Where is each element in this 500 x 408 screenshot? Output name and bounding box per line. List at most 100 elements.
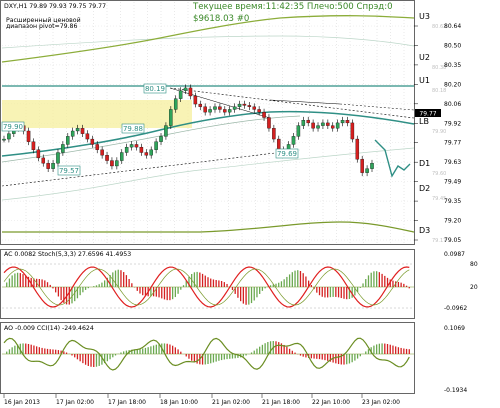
candle-body xyxy=(267,117,271,129)
candle-body xyxy=(110,160,114,167)
candle-body xyxy=(370,163,374,169)
time-tick-label: 21 Jan 18:00 xyxy=(262,399,300,406)
candle-body xyxy=(66,136,70,145)
price-tick-label: 79.20 xyxy=(444,218,461,225)
current-price-value: 79.77 xyxy=(419,111,436,118)
candle-body xyxy=(90,138,95,145)
ao-axis: 0.1069 -0.1934 xyxy=(444,325,467,394)
callout-label: 79.88 xyxy=(123,125,143,133)
ac-panel-title: AC 0.0082 Stoch(5,3,3) 27.6596 41.4953 xyxy=(4,251,132,258)
candle-body xyxy=(115,160,119,167)
candle-body xyxy=(326,122,330,126)
price-tick-label: 79.92 xyxy=(444,120,461,127)
chart-header: DXY,H1 79.89 79.93 79.75 79.77 xyxy=(4,3,107,10)
candle-body xyxy=(188,87,193,97)
candle-body xyxy=(31,141,36,150)
ac-tick-label: 0.0987 xyxy=(444,251,465,258)
time-tick-label: 21 Jan 02:00 xyxy=(212,399,250,406)
candle-body xyxy=(345,120,350,124)
candle-body xyxy=(61,144,65,153)
price-tick-label: 80.50 xyxy=(444,42,461,49)
info-balance: $9618.03 #0 xyxy=(193,14,250,24)
level-tag-d1: D1 xyxy=(419,159,430,168)
candle-body xyxy=(139,146,144,153)
candle-body xyxy=(159,136,163,142)
candle-body xyxy=(291,136,296,145)
time-tick-label: 18 Jan 10:00 xyxy=(160,399,198,406)
time-tick-label: 16 Jan 2013 xyxy=(4,399,40,406)
candle-body xyxy=(144,152,149,156)
candle-body xyxy=(124,146,129,153)
candle-body xyxy=(183,87,188,91)
candle-body xyxy=(311,122,315,129)
candle-body xyxy=(80,128,85,134)
candle-body xyxy=(252,106,256,110)
price-tick-label: 79.77 xyxy=(444,140,461,147)
candle-body xyxy=(227,109,232,113)
candle-body xyxy=(232,106,237,110)
price-tick-label: 80.20 xyxy=(444,81,461,88)
ao-tick-label: -0.1934 xyxy=(444,387,467,394)
candle-body xyxy=(95,144,99,150)
level-value-d1: 79.60 xyxy=(432,171,446,177)
candle-body xyxy=(218,106,222,110)
pivot-range-zone xyxy=(2,100,192,128)
candle-body xyxy=(154,141,158,150)
candle-body xyxy=(330,125,335,129)
level-value-u1: 80.18 xyxy=(432,88,446,94)
price-tick-label: 79.05 xyxy=(444,237,461,244)
level-tag-d2: D2 xyxy=(419,184,430,193)
candle-body xyxy=(262,111,266,118)
price-tick-label: 80.64 xyxy=(444,23,461,30)
candle-body xyxy=(257,109,261,113)
candle-body xyxy=(340,120,345,124)
candle-body xyxy=(306,120,310,124)
price-tick-label: 79.49 xyxy=(444,179,461,186)
level-tag-u3: U3 xyxy=(419,12,430,21)
candle-body xyxy=(149,149,153,156)
price-tick-label: 80.06 xyxy=(444,101,461,108)
candle-body xyxy=(242,103,247,106)
candle-body xyxy=(203,106,207,113)
candle-body xyxy=(56,152,60,164)
time-axis: 16 Jan 2013 17 Jan 02:00 17 Jan 18:00 18 Ja… xyxy=(3,394,400,406)
ac-axis: 0.0987 80 20 -0.0962 xyxy=(444,251,478,312)
time-tick-label: 22 Jan 10:00 xyxy=(312,399,350,406)
candle-body xyxy=(321,122,325,126)
info-time-leverage: Текущее время:11:42:35 Плечо:500 Спрэд:0 xyxy=(193,2,393,12)
candle-body xyxy=(41,157,46,164)
level-labels: U380.62U280.38U180.18LB79.90D179.60D279.… xyxy=(419,12,446,244)
level-value-lb: 79.90 xyxy=(432,129,446,135)
candle-body xyxy=(2,138,6,141)
price-tick-label: 80.35 xyxy=(444,62,461,69)
candle-body xyxy=(350,122,355,140)
callout-label: 79.90 xyxy=(3,123,23,131)
price-tick-label: 79.35 xyxy=(444,198,461,205)
candle-body xyxy=(360,159,364,173)
candle-body xyxy=(365,168,369,173)
candle-body xyxy=(335,122,340,129)
candle-body xyxy=(208,109,212,113)
callout-label: 80.19 xyxy=(145,85,165,93)
candle-body xyxy=(75,128,80,132)
candle-body xyxy=(316,125,320,129)
candle-body xyxy=(120,152,124,161)
candle-body xyxy=(134,144,139,148)
level-tag-u2: U2 xyxy=(419,53,430,62)
ac-tick-label: -0.0962 xyxy=(444,305,467,312)
time-tick-label: 23 Jan 02:00 xyxy=(362,399,400,406)
level-tag-d3: D3 xyxy=(419,226,430,235)
trading-chart[interactable]: U380.62U280.38U180.18LB79.90D179.60D279.… xyxy=(0,0,500,408)
level-tag-lb: LB xyxy=(419,117,429,126)
ao-tick-label: 0.1069 xyxy=(444,325,465,332)
callout-label: 79.69 xyxy=(277,150,297,158)
candle-body xyxy=(26,130,31,142)
candle-body xyxy=(173,98,178,110)
candle-body xyxy=(237,103,242,107)
time-tick-label: 17 Jan 18:00 xyxy=(108,399,146,406)
candle-body xyxy=(247,105,252,107)
candle-body xyxy=(301,120,306,126)
callout-label: 79.57 xyxy=(59,167,79,175)
candle-body xyxy=(51,163,55,169)
candle-body xyxy=(169,109,173,126)
